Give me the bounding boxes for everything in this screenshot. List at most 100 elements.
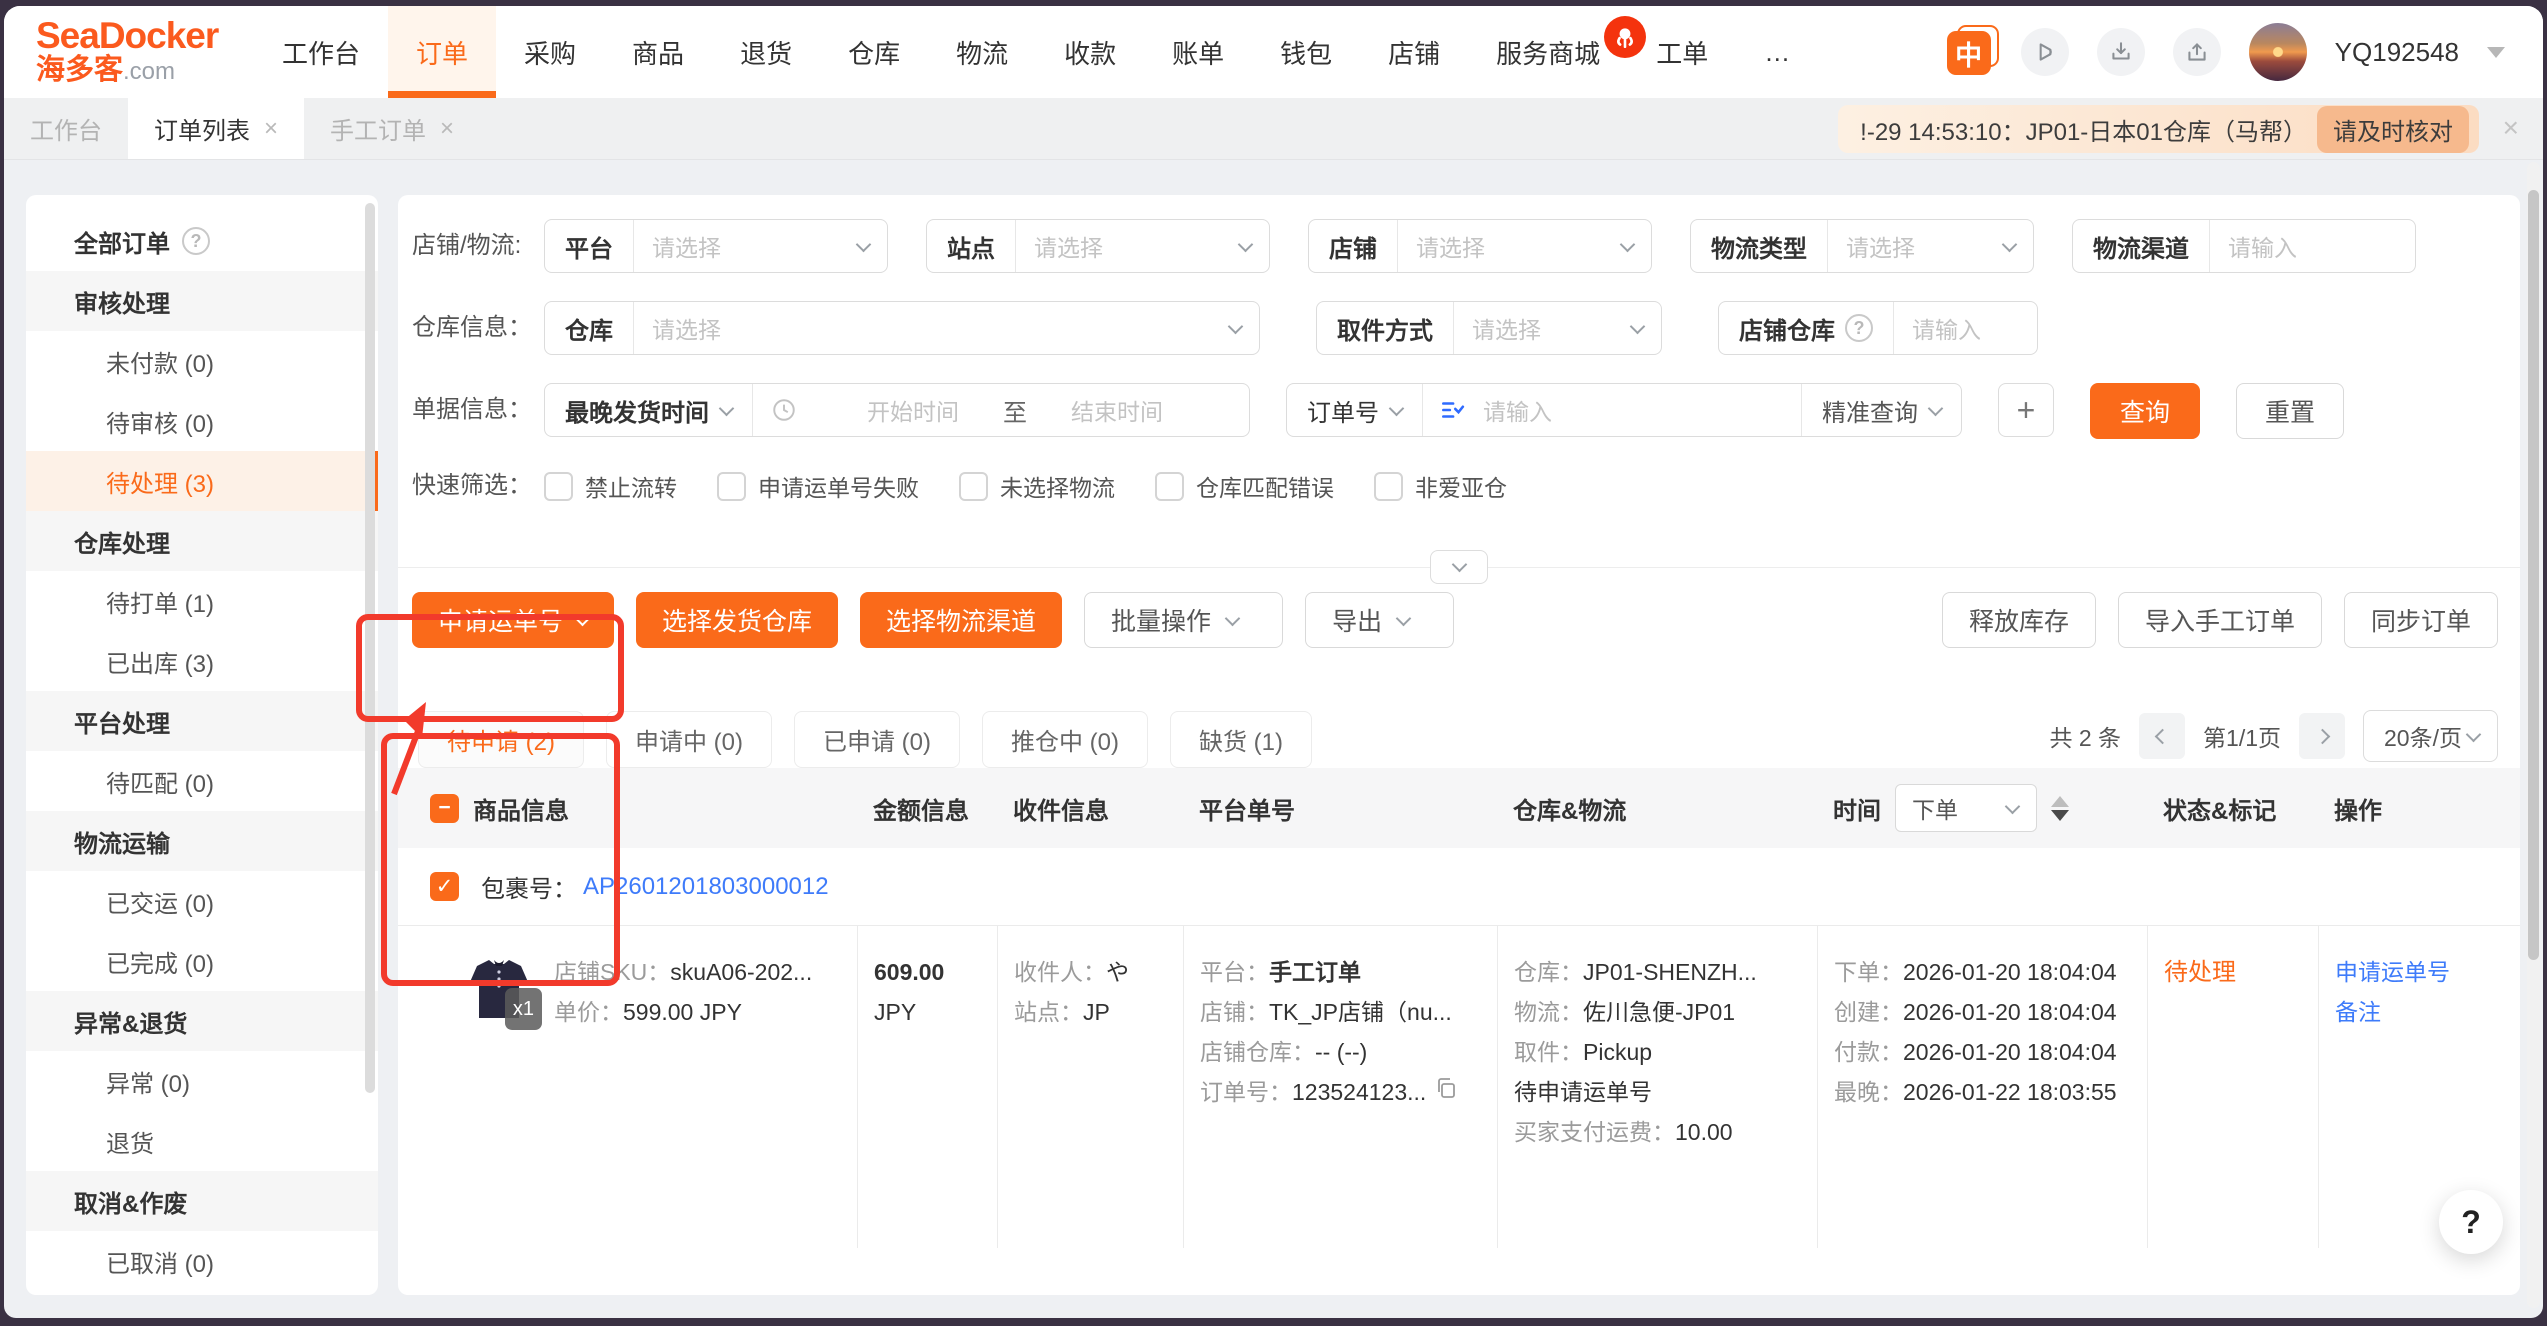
nav-item-logistics[interactable]: 物流	[928, 6, 1036, 98]
sidebar-item-to-match[interactable]: 待匹配 (0)	[26, 751, 378, 811]
sidebar-item-pending-process[interactable]: 待处理 (3)	[26, 451, 378, 511]
sidebar-item-pending-review[interactable]: 待审核 (0)	[26, 391, 378, 451]
status-tab-to-apply[interactable]: 待申请 (2)	[418, 711, 584, 768]
tab-order-list[interactable]: 订单列表×	[128, 98, 304, 159]
checkbox-icon[interactable]	[544, 472, 573, 501]
product-image[interactable]: x1	[462, 952, 536, 1026]
status-tab-out-of-stock[interactable]: 缺货 (1)	[1170, 711, 1312, 768]
download-button[interactable]	[2097, 28, 2145, 76]
notification-banner[interactable]: !-29 14:53:10：JP01-日本01仓库（马帮） 请及时核对	[1838, 105, 2479, 153]
pickup-method-select[interactable]: 取件方式 请选择	[1316, 301, 1662, 355]
user-menu-caret-icon[interactable]	[2487, 47, 2505, 58]
sidebar-item-returns[interactable]: 退货	[26, 1111, 378, 1171]
checkbox-icon[interactable]	[717, 472, 746, 501]
sidebar-item-shipped[interactable]: 已交运 (0)	[26, 871, 378, 931]
user-avatar[interactable]	[2249, 23, 2307, 81]
nav-item-bills[interactable]: 账单	[1144, 6, 1252, 98]
sync-orders-button[interactable]: 同步订单	[2344, 592, 2498, 648]
tab-manual-order[interactable]: 手工订单×	[304, 98, 480, 159]
nav-item-wallet[interactable]: 钱包	[1252, 6, 1360, 98]
nav-item-purchase[interactable]: 采购	[496, 6, 604, 98]
time-sort-field-select[interactable]: 下单	[1895, 784, 2037, 832]
nav-item-payments[interactable]: 收款	[1036, 6, 1144, 98]
nav-item-tickets[interactable]: 工单	[1628, 6, 1736, 98]
status-tab-applying[interactable]: 申请中 (0)	[606, 711, 772, 768]
shop-select[interactable]: 店铺 请选择	[1308, 219, 1652, 273]
username[interactable]: YQ192548	[2335, 37, 2459, 68]
notification-close-icon[interactable]: ×	[2503, 112, 2519, 144]
nav-item-shops[interactable]: 店铺	[1360, 6, 1468, 98]
date-range-picker[interactable]: 最晚发货时间 开始时间 至 结束时间	[544, 383, 1250, 437]
select-shipping-warehouse-button[interactable]: 选择发货仓库	[636, 592, 838, 648]
quick-filter-non-aiya[interactable]: 非爱亚仓	[1374, 469, 1507, 503]
add-filter-button[interactable]: +	[1998, 383, 2054, 437]
sidebar-scrollbar[interactable]	[365, 203, 375, 1093]
help-circle-icon[interactable]: ?	[1845, 314, 1873, 342]
site-select[interactable]: 站点 请选择	[926, 219, 1270, 273]
tab-workbench[interactable]: 工作台	[4, 98, 128, 159]
quick-filter-apply-failed[interactable]: 申请运单号失败	[717, 469, 919, 503]
sidebar-item-unpaid[interactable]: 未付款 (0)	[26, 331, 378, 391]
close-tab-icon[interactable]: ×	[440, 115, 454, 143]
logistics-type-select[interactable]: 物流类型 请选择	[1690, 219, 2034, 273]
help-circle-icon[interactable]: ?	[182, 227, 210, 255]
next-page-button[interactable]	[2299, 713, 2345, 759]
filter-group-label-shop-logistics: 店铺/物流:	[412, 219, 544, 263]
sidebar-item-all-orders[interactable]: 全部订单?	[26, 211, 378, 271]
select-logistics-channel-button[interactable]: 选择物流渠道	[860, 592, 1062, 648]
sidebar-item-exception[interactable]: 异常 (0)	[26, 1051, 378, 1111]
announcement-button[interactable]	[2021, 28, 2069, 76]
row-apply-tracking-link[interactable]: 申请运单号	[2335, 952, 2506, 992]
platform-value: 手工订单	[1269, 952, 1361, 992]
nav-item-more[interactable]: …	[1736, 6, 1818, 98]
logistics-channel-input[interactable]: 物流渠道 请输入	[2072, 219, 2416, 273]
apply-tracking-number-button[interactable]: 申请运单号	[412, 592, 614, 648]
brand-logo[interactable]: SeaDocker 海多客.com	[4, 6, 254, 98]
page-scrollbar[interactable]	[2527, 162, 2540, 1308]
checkbox-icon[interactable]	[1374, 472, 1403, 501]
language-switch-button[interactable]: 中	[1947, 29, 1993, 75]
prev-page-button[interactable]	[2139, 713, 2185, 759]
sidebar-item-to-print[interactable]: 待打单 (1)	[26, 571, 378, 631]
nav-item-warehouse[interactable]: 仓库	[820, 6, 928, 98]
row-remark-link[interactable]: 备注	[2335, 992, 2506, 1032]
search-button[interactable]: 查询	[2090, 383, 2200, 439]
release-stock-button[interactable]: 释放库存	[1942, 592, 2096, 648]
help-button[interactable]: ?	[2439, 1190, 2503, 1254]
warehouse-select[interactable]: 仓库 请选择	[544, 301, 1260, 355]
status-tab-applied[interactable]: 已申请 (0)	[794, 711, 960, 768]
quick-filter-warehouse-mismatch[interactable]: 仓库匹配错误	[1155, 469, 1334, 503]
collapse-filters-button[interactable]	[1430, 550, 1488, 584]
checkbox-icon[interactable]	[959, 472, 988, 501]
quick-filter-forbid-flow[interactable]: 禁止流转	[544, 469, 677, 503]
package-no-link[interactable]: AP2601201803000012	[583, 873, 829, 901]
nav-item-workbench[interactable]: 工作台	[254, 6, 388, 98]
quick-filter-no-logistics[interactable]: 未选择物流	[959, 469, 1115, 503]
platform-select[interactable]: 平台 请选择	[544, 219, 888, 273]
nav-item-products[interactable]: 商品	[604, 6, 712, 98]
sidebar-item-cancelled[interactable]: 已取消 (0)	[26, 1231, 378, 1291]
chevron-down-icon	[1928, 400, 1944, 416]
batch-operation-button[interactable]: 批量操作	[1084, 592, 1283, 648]
sidebar-item-outbound[interactable]: 已出库 (3)	[26, 631, 378, 691]
checkbox-icon[interactable]	[1155, 472, 1184, 501]
nav-item-orders[interactable]: 订单	[388, 6, 496, 98]
shop-warehouse-input[interactable]: 店铺仓库? 请输入	[1718, 301, 2038, 355]
export-button[interactable]: 导出	[1305, 592, 1454, 648]
copy-icon[interactable]	[1434, 1072, 1458, 1112]
sidebar-item-completed[interactable]: 已完成 (0)	[26, 931, 378, 991]
sort-toggle[interactable]	[2051, 796, 2069, 821]
nav-item-returns[interactable]: 退货	[712, 6, 820, 98]
close-tab-icon[interactable]: ×	[264, 115, 278, 143]
reset-button[interactable]: 重置	[2236, 383, 2344, 439]
share-button[interactable]	[2173, 28, 2221, 76]
order-no-search[interactable]: 订单号 请输入 精准查询	[1286, 383, 1962, 437]
page-size-select[interactable]: 20条/页	[2363, 710, 2498, 762]
nav-item-service-mall[interactable]: 服务商城	[1468, 6, 1628, 98]
page-scrollbar-thumb[interactable]	[2528, 190, 2539, 960]
select-all-checkbox[interactable]: −	[430, 794, 459, 823]
status-tab-pushing[interactable]: 推仓中 (0)	[982, 711, 1148, 768]
import-manual-order-button[interactable]: 导入手工订单	[2118, 592, 2322, 648]
row-checkbox[interactable]: ✓	[430, 872, 459, 901]
quantity-badge: x1	[505, 988, 542, 1030]
